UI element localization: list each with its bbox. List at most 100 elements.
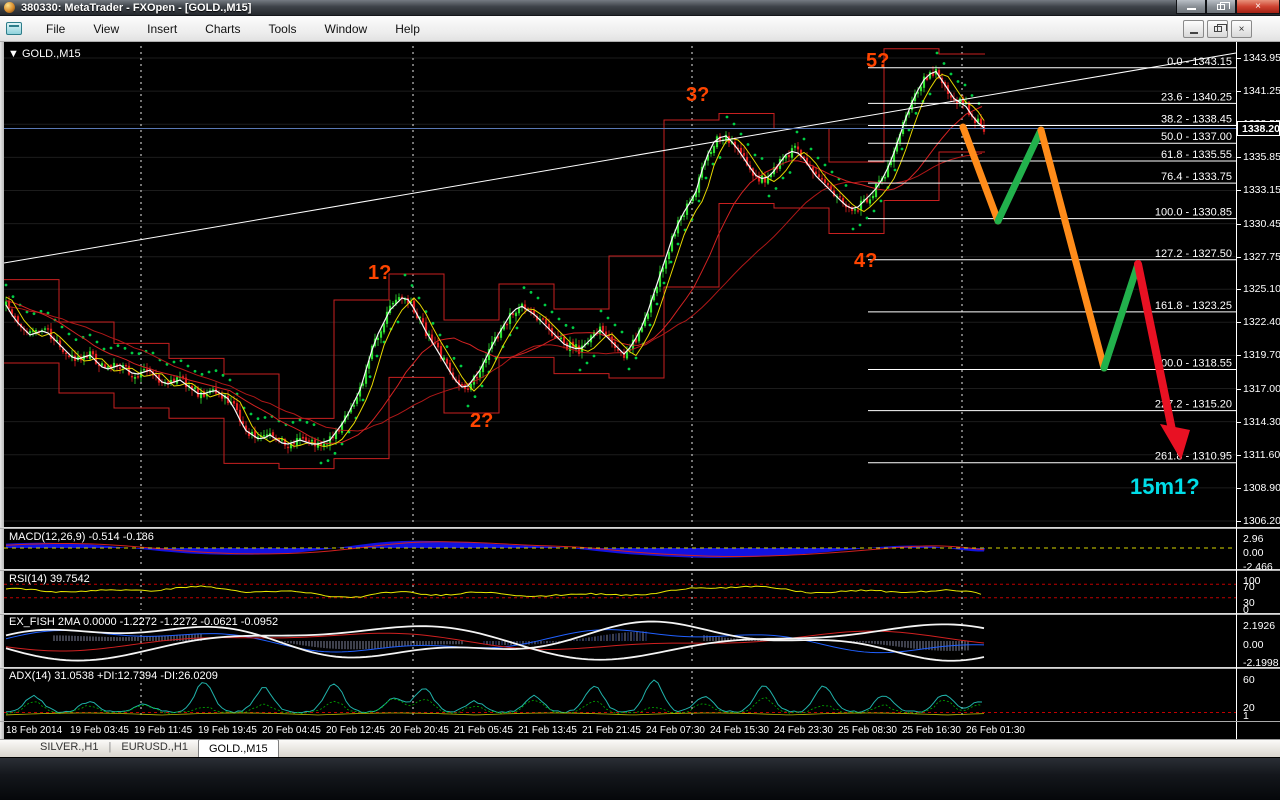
- rsi-label: RSI(14) 39.7542: [9, 573, 90, 585]
- rsi-panel[interactable]: [4, 571, 1236, 612]
- menu-help[interactable]: Help: [381, 18, 434, 40]
- time-label: 20 Feb 04:45: [262, 725, 321, 736]
- price-tick-label: 1333.15: [1243, 184, 1280, 197]
- app-icon: [4, 2, 15, 13]
- time-label: 19 Feb 11:45: [134, 725, 193, 736]
- fish-scale-label: -2.1998: [1243, 657, 1279, 669]
- price-tick-mark: [1237, 322, 1241, 324]
- child-close-button[interactable]: ×: [1231, 20, 1252, 38]
- menubar: File View Insert Charts Tools Window Help ×: [0, 16, 1280, 42]
- time-label: 24 Feb 07:30: [646, 725, 705, 736]
- menu-view[interactable]: View: [79, 18, 133, 40]
- fish-scale-label: 2.1926: [1243, 620, 1276, 632]
- fib-level-label: 161.8 - 1323.25: [1155, 300, 1232, 312]
- panel-splitter[interactable]: [0, 527, 1280, 529]
- chart-tabbar: SILVER.,H1 | EURUSD.,H1 GOLD.,M15: [0, 739, 1280, 757]
- macd-scale-label: 0.00: [1243, 547, 1264, 559]
- chart-tab-eurusdh1[interactable]: EURUSD.,H1: [111, 739, 198, 755]
- adx-scale-label: 60: [1243, 674, 1255, 686]
- chart-tab-goldm15[interactable]: GOLD.,M15: [197, 739, 279, 757]
- time-label: 24 Feb 15:30: [710, 725, 769, 736]
- fib-level-label: 76.4 - 1333.75: [1161, 171, 1232, 183]
- price-tick-mark: [1237, 355, 1241, 357]
- time-label: 20 Feb 20:45: [390, 725, 449, 736]
- close-button[interactable]: ×: [1236, 0, 1280, 14]
- rsi-scale-label: 70: [1243, 581, 1255, 593]
- fib-level-label: 127.2 - 1327.50: [1155, 248, 1232, 260]
- fib-level-label: 23.6 - 1340.25: [1161, 91, 1232, 103]
- price-tick-label: 1314.30: [1243, 415, 1280, 428]
- price-tick-mark: [1237, 223, 1241, 225]
- chart-annotation[interactable]: 3?: [686, 84, 709, 107]
- chart-annotation[interactable]: 2?: [470, 410, 493, 433]
- menu-charts[interactable]: Charts: [191, 18, 254, 40]
- price-tick-label: 1306.20: [1243, 515, 1280, 527]
- price-tick-mark: [1237, 421, 1241, 423]
- restore-button[interactable]: [1206, 0, 1236, 14]
- price-tick-mark: [1237, 58, 1241, 59]
- symbol-label[interactable]: ▼ GOLD.,M15: [8, 48, 81, 60]
- price-tick-mark: [1237, 388, 1241, 390]
- collapse-arrow-icon: ▼: [8, 48, 22, 60]
- menu-window[interactable]: Window: [311, 18, 382, 40]
- price-tick-label: 1325.10: [1243, 283, 1280, 296]
- chart-annotation[interactable]: 1?: [368, 262, 391, 285]
- price-tick-mark: [1237, 190, 1241, 192]
- price-tick-label: 1322.40: [1243, 316, 1280, 329]
- time-axis-separator: [0, 721, 1280, 722]
- window-title: 380330: MetaTrader - FXOpen - [GOLD.,M15…: [21, 1, 252, 14]
- menu-tools[interactable]: Tools: [255, 18, 311, 40]
- macd-scale-label: -2.466: [1243, 561, 1273, 573]
- time-label: 25 Feb 08:30: [838, 725, 897, 736]
- time-label: 19 Feb 03:45: [70, 725, 129, 736]
- price-tick-label: 1319.70: [1243, 349, 1280, 362]
- macd-scale-label: 2.96: [1243, 533, 1264, 545]
- price-tick-label: 1317.00: [1243, 382, 1280, 395]
- fib-level-label: 261.8 - 1310.95: [1155, 451, 1232, 463]
- time-label: 21 Feb 05:45: [454, 725, 513, 736]
- metatrader-window: 380330: MetaTrader - FXOpen - [GOLD.,M15…: [0, 0, 1280, 800]
- time-label: 20 Feb 12:45: [326, 725, 385, 736]
- time-label: 25 Feb 16:30: [902, 725, 961, 736]
- fib-level-label: 100.0 - 1330.85: [1155, 207, 1232, 219]
- fib-level-label: 61.8 - 1335.55: [1161, 149, 1232, 161]
- price-tick-label: 1343.95: [1243, 52, 1280, 64]
- taskbar: e X EN ? ▲ 9:26 26/2/2557: [0, 757, 1280, 800]
- chart-tab-silverh1[interactable]: SILVER.,H1: [30, 739, 109, 755]
- fisher-label: EX_FISH 2MA 0.0000 -1.2272 -1.2272 -0.06…: [9, 616, 279, 628]
- fib-level-label: 38.2 - 1338.45: [1161, 113, 1232, 125]
- price-tick-label: 1327.75: [1243, 250, 1280, 263]
- price-tick-label: 1335.85: [1243, 151, 1280, 164]
- price-tick-label: 1308.90: [1243, 481, 1280, 494]
- chart-annotation[interactable]: 15m1?: [1130, 474, 1200, 500]
- macd-panel[interactable]: [4, 530, 1236, 568]
- fib-level-label: 0.0 - 1343.15: [1167, 56, 1232, 68]
- minimize-button[interactable]: [1176, 0, 1206, 14]
- child-minimize-button[interactable]: [1183, 20, 1204, 38]
- fib-level-label: 200.0 - 1318.55: [1155, 358, 1232, 370]
- rsi-scale-label: 0: [1243, 604, 1249, 616]
- chart-annotation[interactable]: 5?: [866, 50, 889, 73]
- price-tick-label: 1311.60: [1243, 448, 1280, 461]
- price-tick-mark: [1237, 521, 1241, 522]
- price-tick-mark: [1237, 157, 1241, 159]
- time-label: 19 Feb 19:45: [198, 725, 257, 736]
- fish-scale-label: 0.00: [1243, 639, 1264, 651]
- chart-annotation[interactable]: 4?: [854, 250, 877, 273]
- time-label: 18 Feb 2014: [6, 725, 63, 736]
- current-price-box: 1338.20: [1237, 121, 1280, 137]
- price-chart-canvas[interactable]: 0.0 - 1343.15 23.6 - 1340.25 38.2 - 1338.4…: [3, 42, 1237, 527]
- price-tick-mark: [1237, 256, 1241, 258]
- fibonacci-retracement[interactable]: 0.0 - 1343.15 23.6 - 1340.25 38.2 - 1338.4…: [868, 56, 1236, 464]
- rsi-line: [5, 585, 982, 598]
- time-label: 24 Feb 23:30: [774, 725, 833, 736]
- child-restore-button[interactable]: [1207, 20, 1228, 38]
- menu-file[interactable]: File: [32, 18, 79, 40]
- price-tick-mark: [1237, 454, 1241, 456]
- menu-insert[interactable]: Insert: [133, 18, 191, 40]
- fib-level-label: 50.0 - 1337.00: [1161, 131, 1232, 143]
- adx-label: ADX(14) 31.0538 +DI:12.7394 -DI:26.0209: [9, 670, 218, 682]
- chart-window-icon: [6, 22, 22, 35]
- time-label: 21 Feb 13:45: [518, 725, 577, 736]
- time-label: 21 Feb 21:45: [582, 725, 641, 736]
